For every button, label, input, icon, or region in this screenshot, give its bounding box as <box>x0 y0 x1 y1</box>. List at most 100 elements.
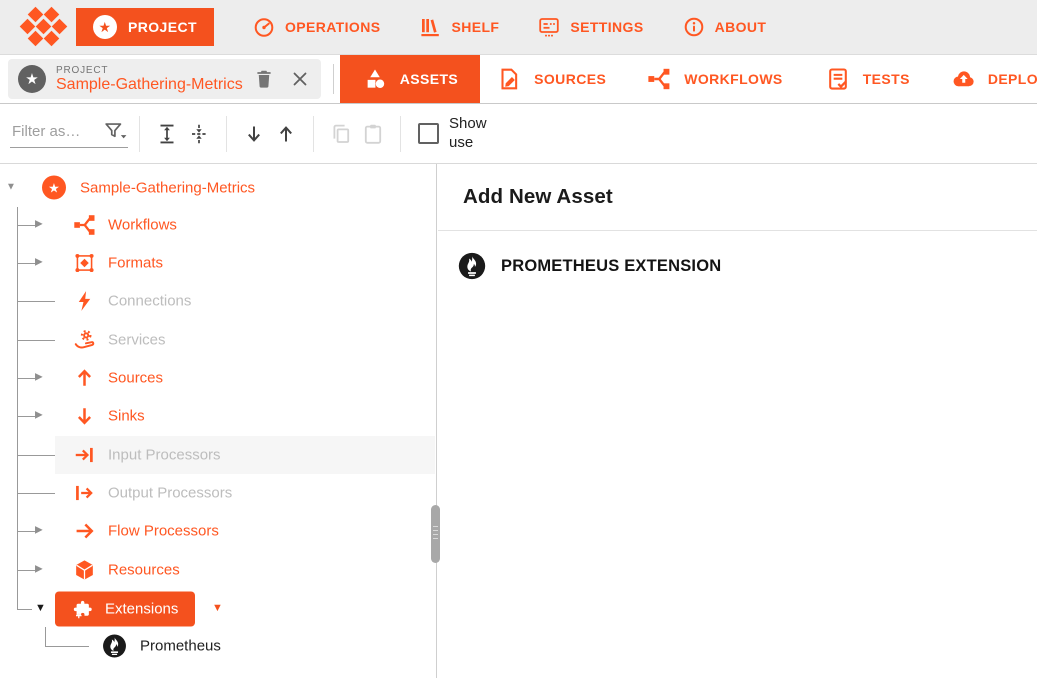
tree-item-label: Workflows <box>108 217 177 234</box>
tree-item-label: Extensions <box>105 601 178 618</box>
tree-item-label: Prometheus <box>140 638 221 655</box>
prometheus-icon <box>458 252 486 280</box>
tab-label: TESTS <box>863 71 910 87</box>
chevron-right-icon[interactable]: ▶ <box>35 526 43 536</box>
prometheus-icon <box>102 634 127 659</box>
cloud-upload-icon <box>950 66 976 92</box>
tree-toolbar: Show use <box>0 104 1037 164</box>
document-edit-icon <box>496 66 522 92</box>
nav-label: PROJECT <box>128 19 197 35</box>
filter-input[interactable] <box>10 122 92 141</box>
tree-item-label: Sample-Gathering-Metrics <box>80 180 255 197</box>
chevron-right-icon[interactable]: ▶ <box>35 258 43 268</box>
tree-item-label: Connections <box>108 293 191 310</box>
nav-label: SHELF <box>451 19 499 35</box>
show-use-checkbox[interactable] <box>418 123 439 144</box>
top-nav-bar: ★ PROJECT OPERATIONS SHELF <box>0 0 1037 55</box>
format-diamond-icon <box>72 251 97 276</box>
tree-item-sources[interactable]: ▶ Sources <box>0 359 435 397</box>
panel-splitter-handle[interactable] <box>431 505 440 563</box>
app-window: ★ PROJECT OPERATIONS SHELF <box>0 0 1037 678</box>
tree-item-flow-processors[interactable]: ▶ Flow Processors <box>0 512 435 550</box>
tree-item-label: Input Processors <box>108 447 221 464</box>
show-use-label: Show use <box>449 115 493 153</box>
nav-item-operations[interactable]: OPERATIONS <box>252 15 381 39</box>
tree-item-prometheus[interactable]: Prometheus <box>0 627 435 665</box>
nav-label: ABOUT <box>715 19 767 35</box>
star-circle-icon: ★ <box>42 176 66 200</box>
tab-workflows[interactable]: WORKFLOWS <box>646 66 782 92</box>
chevron-right-icon[interactable]: ▶ <box>35 565 43 575</box>
tab-tests[interactable]: TESTS <box>825 66 910 92</box>
divider <box>139 116 140 152</box>
tree-item-formats[interactable]: ▶ Formats <box>0 244 435 282</box>
expand-all-button[interactable] <box>151 118 183 150</box>
divider <box>226 116 227 152</box>
main-header: Add New Asset <box>438 164 1037 231</box>
info-icon <box>682 15 706 39</box>
asset-option-prometheus-extension[interactable]: PROMETHEUS EXTENSION <box>438 252 1037 280</box>
arrow-right-icon <box>72 519 97 544</box>
chevron-down-icon[interactable]: ▼ <box>212 603 223 614</box>
project-tab-bar: ★ PROJECT Sample-Gathering-Metrics <box>0 55 1037 104</box>
chevron-right-icon[interactable]: ▶ <box>35 373 43 383</box>
app-window-icon <box>537 15 561 39</box>
gear-hand-icon <box>72 328 97 353</box>
chevron-down-icon[interactable]: ▼ <box>6 183 16 193</box>
arrow-up-icon <box>72 366 97 391</box>
tab-label: WORKFLOWS <box>684 71 782 87</box>
document-check-icon <box>825 66 851 92</box>
project-tree-panel: ▼ ★ Sample-Gathering-Metrics ▶ Workflows… <box>0 164 437 678</box>
tree-item-services[interactable]: Services <box>0 321 435 359</box>
tree-item-label: Services <box>108 332 166 349</box>
bookshelf-icon <box>418 15 442 39</box>
tree-item-connections[interactable]: Connections <box>0 282 435 320</box>
arrow-into-bar-icon <box>72 443 97 468</box>
extensions-selected-button[interactable]: Extensions <box>55 592 195 627</box>
tree-item-workflows[interactable]: ▶ Workflows <box>0 206 435 244</box>
tree-item-label: Formats <box>108 255 163 272</box>
tree-item-label: Sinks <box>108 408 145 425</box>
nav-label: SETTINGS <box>570 19 643 35</box>
star-circle-icon: ★ <box>18 65 46 93</box>
tab-deployments[interactable]: DEPLOYMENTS <box>950 66 1037 92</box>
lightning-icon <box>72 289 97 314</box>
filter-field <box>10 119 128 148</box>
gauge-icon <box>252 15 276 39</box>
arrow-down-icon <box>72 404 97 429</box>
tree-item-extensions[interactable]: ▼ Extensions ▼ <box>0 590 435 628</box>
nav-item-about[interactable]: ABOUT <box>682 15 767 39</box>
puzzle-plus-icon <box>72 598 94 620</box>
tree-item-output-processors[interactable]: Output Processors <box>0 474 435 512</box>
tree-item-label: Sources <box>108 370 163 387</box>
project-name: Sample-Gathering-Metrics <box>56 76 243 94</box>
chevron-down-icon[interactable]: ▼ <box>35 603 46 614</box>
tree-item-root[interactable]: ▼ ★ Sample-Gathering-Metrics <box>0 169 435 207</box>
tree-item-label: Output Processors <box>108 485 232 502</box>
nav-item-shelf[interactable]: SHELF <box>418 15 499 39</box>
tree-item-resources[interactable]: ▶ Resources <box>0 551 435 589</box>
tab-label: DEPLOYMENTS <box>988 71 1037 87</box>
tab-assets[interactable]: ASSETS <box>340 55 480 103</box>
paste-button[interactable] <box>357 118 389 150</box>
copy-button[interactable] <box>325 118 357 150</box>
tree-item-label: Flow Processors <box>108 523 219 540</box>
move-up-button[interactable] <box>270 118 302 150</box>
filter-funnel-icon[interactable] <box>102 119 128 143</box>
chevron-right-icon[interactable]: ▶ <box>35 411 43 421</box>
tree-item-sinks[interactable]: ▶ Sinks <box>0 397 435 435</box>
trash-icon[interactable] <box>253 68 275 90</box>
nav-item-project[interactable]: ★ PROJECT <box>76 8 214 46</box>
tree-item-input-processors[interactable]: Input Processors <box>0 436 435 474</box>
cube-icon <box>72 558 97 583</box>
move-down-button[interactable] <box>238 118 270 150</box>
project-eyebrow-label: PROJECT <box>56 65 243 76</box>
nav-item-settings[interactable]: SETTINGS <box>537 15 643 39</box>
close-icon[interactable] <box>289 68 311 90</box>
project-selector[interactable]: ★ PROJECT Sample-Gathering-Metrics <box>8 59 321 99</box>
collapse-all-button[interactable] <box>183 118 215 150</box>
page-title: Add New Asset <box>463 185 613 209</box>
chevron-right-icon[interactable]: ▶ <box>35 220 43 230</box>
star-circle-icon: ★ <box>93 15 117 39</box>
tab-sources[interactable]: SOURCES <box>496 66 606 92</box>
